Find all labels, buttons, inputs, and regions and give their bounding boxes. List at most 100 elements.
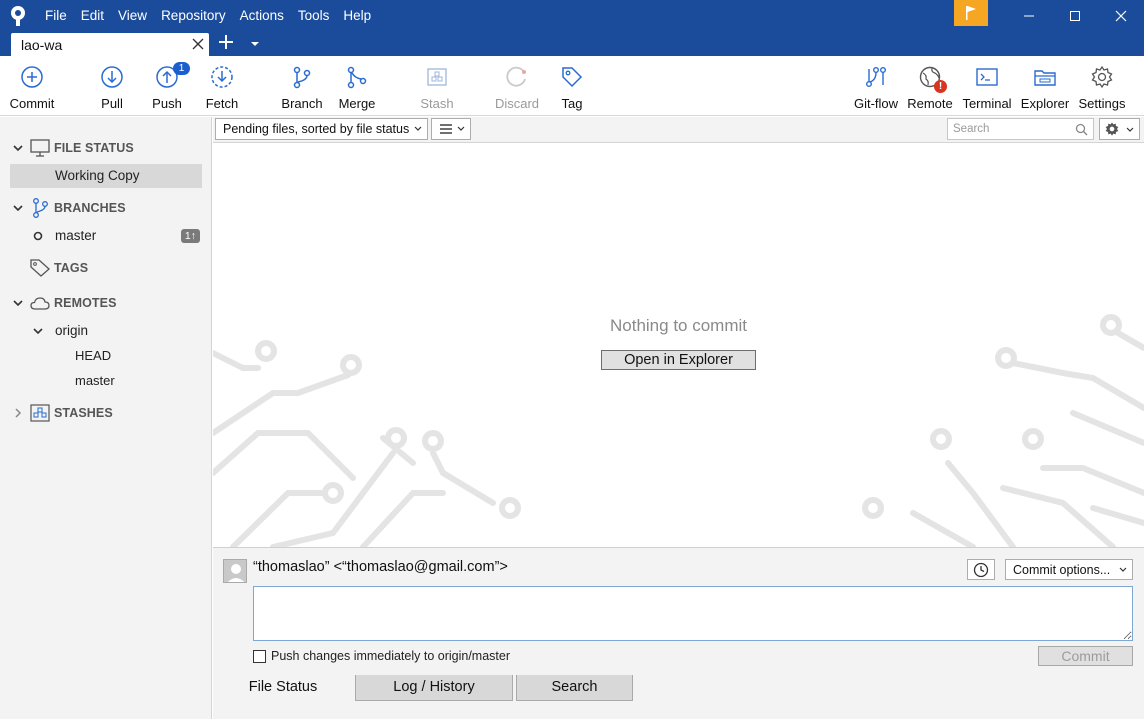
sort-select[interactable]: Pending files, sorted by file status: [215, 118, 428, 140]
file-options-select[interactable]: [1099, 118, 1140, 140]
merge-button[interactable]: Merge: [337, 64, 377, 112]
settings-button[interactable]: Settings: [1078, 64, 1126, 112]
tab-row: lao-wa: [0, 31, 1144, 56]
sort-select-value: Pending files, sorted by file status: [223, 122, 410, 136]
menu-edit[interactable]: Edit: [74, 0, 111, 31]
tab-log-history[interactable]: Log / History: [355, 675, 513, 701]
menu-actions[interactable]: Actions: [233, 0, 291, 31]
sidebar-section-remotes[interactable]: REMOTES: [0, 291, 212, 315]
checkbox[interactable]: [253, 649, 266, 663]
explorer-button[interactable]: Explorer: [1021, 64, 1069, 112]
menu-tools[interactable]: Tools: [291, 0, 337, 31]
push-immediately-checkbox[interactable]: Push changes immediately to origin/maste…: [253, 649, 510, 663]
sidebar-item-label: origin: [55, 323, 89, 338]
chevron-down-icon[interactable]: [13, 143, 23, 153]
tag-button[interactable]: Tag: [558, 64, 586, 112]
file-search-input[interactable]: Search: [947, 118, 1094, 140]
commit-options-select[interactable]: Commit options...: [1005, 559, 1133, 580]
remote-label: Remote: [907, 96, 953, 111]
maximize-icon[interactable]: [1052, 0, 1098, 31]
commit-button[interactable]: Commit: [9, 64, 55, 112]
commit-options-value: Commit options...: [1013, 562, 1111, 577]
menu-repository[interactable]: Repository: [154, 0, 233, 31]
chevron-down-icon[interactable]: [33, 326, 43, 336]
tag-label: Tag: [561, 96, 583, 111]
close-icon[interactable]: [1098, 0, 1144, 31]
menu-view[interactable]: View: [111, 0, 154, 31]
minimize-icon[interactable]: [1006, 0, 1052, 31]
tab-file-status[interactable]: File Status: [213, 675, 353, 701]
pull-button[interactable]: Pull: [96, 64, 128, 112]
stash-icon: [30, 404, 50, 422]
ahead-count-badge: 1↑: [180, 229, 200, 243]
menu-bar: File Edit View Repository Actions Tools …: [38, 0, 378, 31]
chevron-right-icon[interactable]: [13, 408, 23, 418]
sidebar-section-branches[interactable]: BRANCHES: [0, 196, 212, 220]
sidebar-item-working-copy[interactable]: Working Copy: [0, 164, 212, 188]
commit-message-input[interactable]: [253, 586, 1133, 641]
avatar: [223, 559, 247, 583]
sidebar-item-label: Working Copy: [55, 168, 140, 183]
fetch-button[interactable]: Fetch: [205, 64, 239, 112]
view-mode-select[interactable]: [431, 118, 471, 140]
cloud-icon: [30, 297, 50, 310]
sidebar-section-stashes[interactable]: STASHES: [0, 401, 212, 425]
pending-files-panel: Nothing to commit Open in Explorer: [213, 143, 1144, 547]
chevron-down-icon: [1126, 127, 1134, 132]
view-tabs: File Status Log / History Search: [213, 675, 1144, 719]
sidebar-item-label: master: [75, 373, 115, 388]
open-in-explorer-button[interactable]: Open in Explorer: [601, 350, 756, 370]
fetch-icon: [209, 64, 235, 90]
remote-icon: !: [917, 64, 947, 93]
discard-icon: [504, 64, 530, 90]
tag-icon: [30, 259, 50, 277]
sidebar-item-origin[interactable]: origin: [0, 319, 212, 343]
merge-label: Merge: [338, 96, 376, 111]
clock-icon: [973, 562, 989, 577]
sidebar-item-origin-master[interactable]: master: [0, 369, 212, 393]
tab-close-icon[interactable]: [191, 37, 205, 51]
sidebar-item-master[interactable]: master 1↑: [0, 224, 212, 248]
empty-state-message: Nothing to commit: [610, 316, 747, 335]
tab-search[interactable]: Search: [516, 675, 633, 701]
add-tab-icon[interactable]: [216, 34, 236, 54]
branch-icon: [289, 64, 315, 90]
gitflow-button[interactable]: Git-flow: [852, 64, 900, 112]
branch-label: Branch: [281, 96, 323, 111]
terminal-button[interactable]: Terminal: [962, 64, 1012, 112]
sidebar-item-label: HEAD: [75, 348, 112, 363]
discard-label: Discard: [494, 96, 540, 111]
stash-icon: [424, 64, 450, 90]
gitflow-label: Git-flow: [853, 96, 899, 111]
sidebar-section-file-status[interactable]: FILE STATUS: [0, 136, 212, 160]
push-immediately-label: Push changes immediately to origin/maste…: [271, 649, 511, 663]
discard-button[interactable]: Discard: [495, 64, 539, 112]
commit-author: “thomaslao” <“thomaslao@gmail.com”>: [253, 559, 508, 575]
toolbar: Commit Pull 1 Push Fetch Branch Merge St…: [0, 56, 1144, 116]
flag-icon[interactable]: [954, 0, 988, 26]
sidebar-section-label: TAGS: [54, 261, 89, 275]
remote-button[interactable]: ! Remote: [907, 64, 953, 112]
pull-icon: [99, 64, 125, 90]
sidebar-item-origin-head[interactable]: HEAD: [0, 344, 212, 368]
stash-button[interactable]: Stash: [420, 64, 454, 112]
remote-warning-badge: !: [934, 80, 947, 93]
commit-icon: [19, 64, 45, 90]
sourcetree-logo-icon: [0, 0, 36, 31]
chevron-down-icon[interactable]: [13, 298, 23, 308]
fetch-label: Fetch: [205, 96, 239, 111]
tab-repository[interactable]: lao-wa: [11, 33, 209, 56]
branch-button[interactable]: Branch: [281, 64, 323, 112]
push-button[interactable]: 1 Push: [150, 62, 190, 112]
menu-help[interactable]: Help: [336, 0, 378, 31]
tab-dropdown-icon[interactable]: [248, 37, 262, 51]
chevron-down-icon[interactable]: [13, 203, 23, 213]
commit-history-button[interactable]: [967, 559, 995, 580]
settings-label: Settings: [1078, 96, 1126, 111]
file-filter-bar: Pending files, sorted by file status Sea…: [213, 117, 1144, 143]
sidebar-section-tags[interactable]: TAGS: [0, 256, 212, 280]
commit-submit-button[interactable]: Commit: [1038, 646, 1133, 666]
sidebar: FILE STATUS Working Copy BRANCHES master…: [0, 117, 212, 719]
menu-file[interactable]: File: [38, 0, 74, 31]
title-bar: File Edit View Repository Actions Tools …: [0, 0, 1144, 31]
